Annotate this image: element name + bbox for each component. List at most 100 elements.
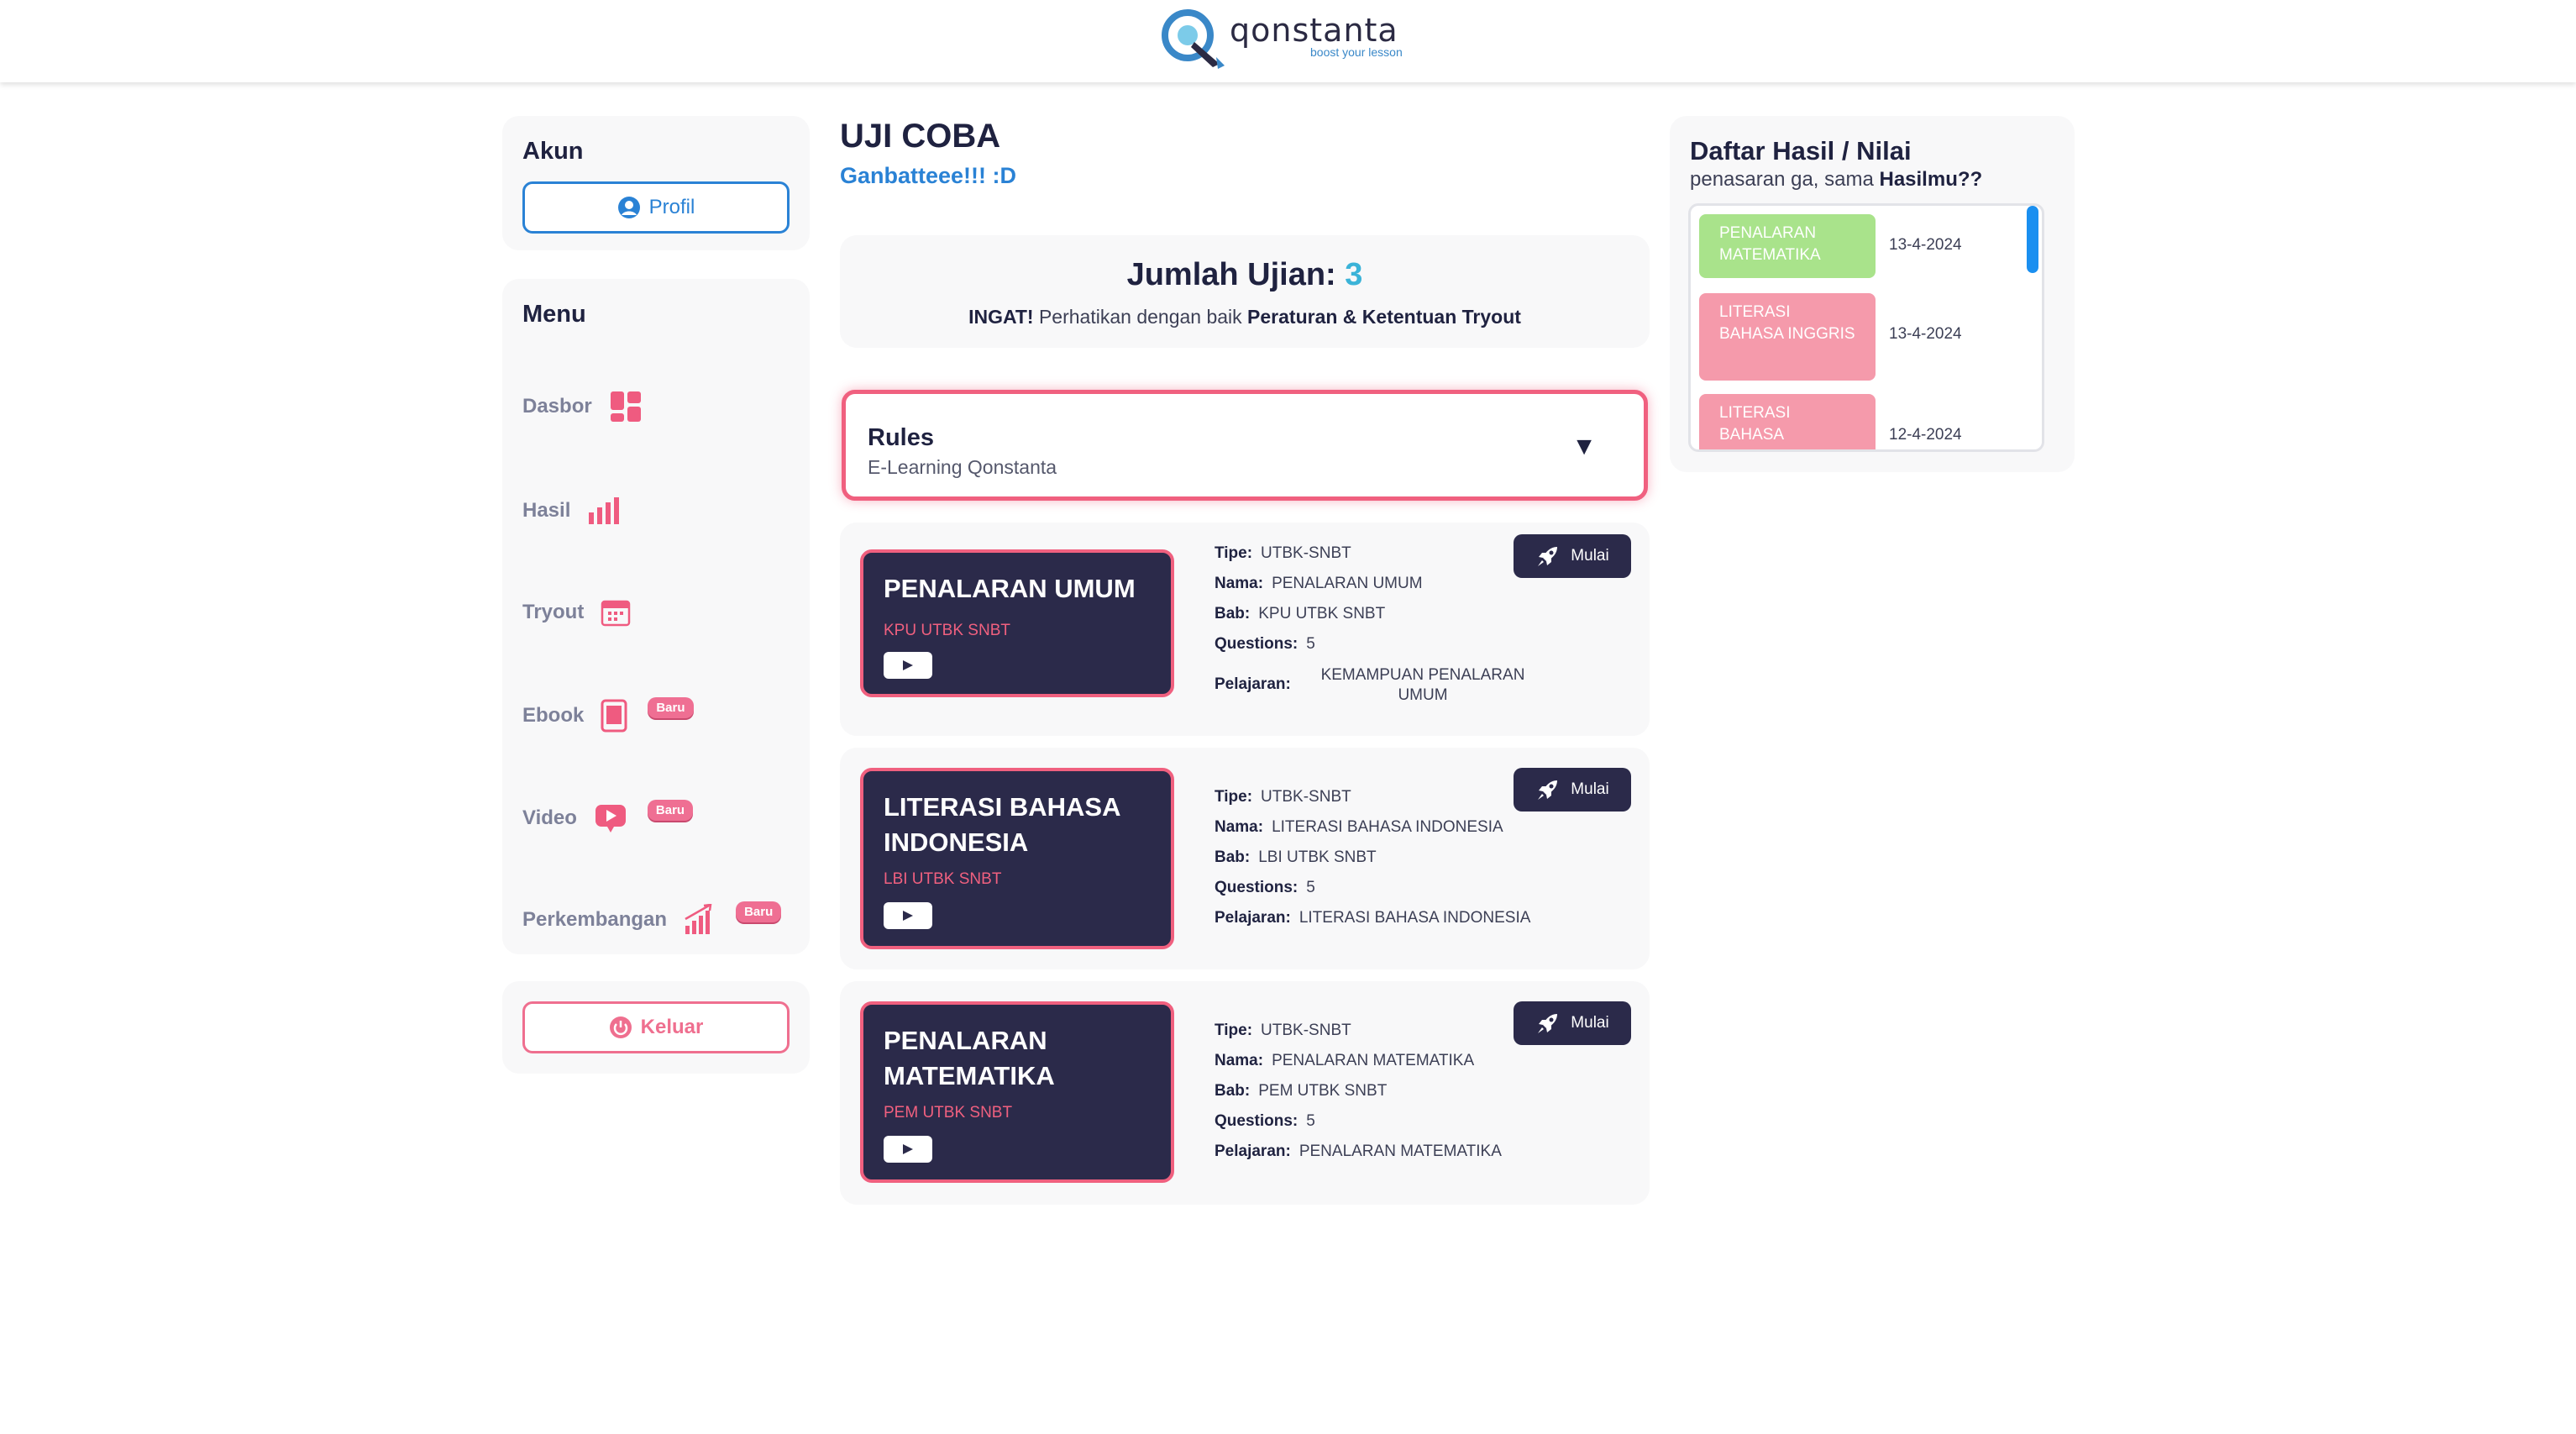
exam-chapter: LBI UTBK SNBT (1258, 848, 1377, 866)
exam-questions: 5 (1306, 635, 1315, 653)
growth-chart-icon (685, 904, 712, 934)
info-label: Nama: (1215, 1052, 1264, 1069)
sidebar-item-perkembangan[interactable]: Perkembangan Baru (522, 901, 782, 936)
exam-thumbnail-title: PENALARAN UMUM (884, 574, 1136, 603)
exam-subject: PENALARAN MATEMATIKA (1298, 1142, 1502, 1160)
results-subtitle-bold: Hasilmu?? (1879, 168, 1983, 191)
info-label: Pelajaran: (1215, 675, 1291, 693)
exam-count-label: Jumlah Ujian: (1126, 257, 1336, 292)
start-button-label: Mulai (1571, 1014, 1609, 1032)
exam-thumbnail-title: PENALARAN MATEMATIKA (884, 1026, 1055, 1090)
bar-chart-icon (589, 497, 620, 524)
results-title: Daftar Hasil / Nilai (1690, 136, 1912, 165)
info-label: Nama: (1215, 818, 1264, 836)
exam-subject: LITERASI BAHASA INDONESIA (1298, 909, 1531, 927)
start-button[interactable]: Mulai (1514, 534, 1631, 578)
exam-thumbnail-title: LITERASI BAHASA INDONESIA (884, 792, 1120, 857)
sidebar-item-tryout[interactable]: Tryout (522, 598, 631, 627)
start-button-label: Mulai (1571, 547, 1609, 565)
info-label: Questions: (1215, 635, 1298, 653)
new-badge: Baru (647, 799, 694, 821)
result-item-date: 13-4-2024 (1889, 325, 1962, 343)
result-item[interactable]: PENALARAN MATEMATIKA (1699, 214, 1876, 278)
exam-thumbnail[interactable]: PENALARAN UMUM KPU UTBK SNBT (860, 549, 1174, 697)
info-label: Bab: (1215, 605, 1251, 622)
logout-card: Keluar (502, 981, 810, 1074)
user-circle-icon (617, 197, 640, 218)
info-label: Tipe: (1215, 788, 1253, 806)
info-label: Pelajaran: (1215, 909, 1291, 927)
results-scrollbar[interactable] (2027, 206, 2038, 273)
start-button[interactable]: Mulai (1514, 768, 1631, 812)
exam-count-card: Jumlah Ujian: 3 INGAT! Perhatikan dengan… (840, 235, 1650, 348)
info-label: Nama: (1215, 575, 1264, 592)
result-item-date: 12-4-2024 (1889, 426, 1962, 444)
results-list[interactable]: PENALARAN MATEMATIKA 13-4-2024 LITERASI … (1688, 203, 2044, 452)
video-icon (595, 805, 626, 833)
exam-name: PENALARAN UMUM (1272, 575, 1423, 592)
sidebar-item-label: Tryout (522, 601, 585, 623)
rocket-icon (1538, 547, 1558, 566)
exam-thumbnail[interactable]: LITERASI BAHASA INDONESIA LBI UTBK SNBT (860, 768, 1174, 949)
menu-card: Menu Dasbor Hasil Tryout Ebook Baru Vide… (502, 279, 810, 954)
sidebar-item-label: Hasil (522, 499, 571, 522)
exam-card: LITERASI BAHASA INDONESIA LBI UTBK SNBT … (840, 748, 1650, 969)
result-item[interactable]: LITERASI BAHASA INGGRIS (1699, 293, 1876, 381)
tablet-icon (601, 699, 627, 733)
results-card: Daftar Hasil / Nilai penasaran ga, sama … (1670, 116, 2075, 472)
result-item[interactable]: LITERASI BAHASA INDONESIA (1699, 394, 1876, 449)
start-button[interactable]: Mulai (1514, 1001, 1631, 1045)
logout-button-label: Keluar (640, 1016, 704, 1038)
exam-subject: KEMAMPUAN PENALARAN UMUM (1320, 666, 1525, 704)
exam-type: UTBK-SNBT (1261, 544, 1351, 562)
sidebar-item-video[interactable]: Video Baru (522, 799, 694, 835)
brand-logo[interactable]: qonstanta boost your lesson (1157, 7, 1426, 71)
reminder-body: Perhatikan dengan baik (1038, 306, 1242, 328)
info-label: Pelajaran: (1215, 1142, 1291, 1160)
logo-icon (1162, 9, 1225, 69)
rules-title: Rules (868, 424, 934, 451)
exam-thumbnail-code: KPU UTBK SNBT (884, 622, 1010, 639)
exam-type: UTBK-SNBT (1261, 1022, 1351, 1039)
info-label: Tipe: (1215, 1022, 1253, 1039)
sidebar-item-hasil[interactable]: Hasil (522, 496, 621, 526)
rules-accordion[interactable]: Rules E-Learning Qonstanta ▼ (842, 390, 1648, 501)
caret-down-icon: ▼ (1571, 433, 1597, 460)
top-header: qonstanta boost your lesson (0, 0, 2576, 82)
info-label: Bab: (1215, 1082, 1251, 1100)
sidebar-item-label: Dasbor (522, 395, 592, 418)
exam-chapter: KPU UTBK SNBT (1258, 605, 1386, 622)
info-label: Questions: (1215, 879, 1298, 896)
exam-thumbnail-code: PEM UTBK SNBT (884, 1104, 1013, 1121)
play-icon[interactable] (884, 902, 932, 929)
result-item-date: 13-4-2024 (1889, 236, 1962, 254)
info-label: Tipe: (1215, 544, 1253, 562)
exam-card: PENALARAN MATEMATIKA PEM UTBK SNBT Tipe:… (840, 981, 1650, 1205)
exam-count-value: 3 (1345, 257, 1363, 292)
sidebar-item-dasbor[interactable]: Dasbor (522, 390, 643, 423)
play-icon[interactable] (884, 652, 932, 679)
sidebar-item-ebook[interactable]: Ebook Baru (522, 696, 694, 733)
exam-thumbnail[interactable]: PENALARAN MATEMATIKA PEM UTBK SNBT (860, 1001, 1174, 1183)
dashboard-icon (610, 391, 641, 422)
account-title: Akun (522, 138, 584, 165)
exam-chapter: PEM UTBK SNBT (1258, 1082, 1388, 1100)
profile-button[interactable]: Profil (522, 181, 790, 234)
account-card: Akun Profil (502, 116, 810, 250)
result-item-label: LITERASI BAHASA INDONESIA (1719, 404, 1807, 449)
sidebar-item-label: Video (522, 806, 577, 829)
exam-thumbnail-code: LBI UTBK SNBT (884, 870, 1002, 888)
exam-count-title: Jumlah Ujian: 3 (840, 257, 1650, 293)
logout-button[interactable]: Keluar (522, 1001, 790, 1053)
info-label: Questions: (1215, 1112, 1298, 1130)
power-icon (609, 1016, 632, 1038)
result-item-label: LITERASI BAHASA INGGRIS (1719, 303, 1855, 343)
exam-questions: 5 (1306, 879, 1315, 896)
calendar-icon (601, 600, 631, 627)
new-badge: Baru (648, 696, 694, 718)
play-icon[interactable] (884, 1136, 932, 1163)
result-item-label: PENALARAN MATEMATIKA (1719, 224, 1821, 264)
rules-subtitle: E-Learning Qonstanta (868, 456, 1057, 478)
page-subtitle: Ganbatteee!!! :D (840, 163, 1017, 188)
exam-card: PENALARAN UMUM KPU UTBK SNBT Tipe: UTBK-S… (840, 523, 1650, 736)
